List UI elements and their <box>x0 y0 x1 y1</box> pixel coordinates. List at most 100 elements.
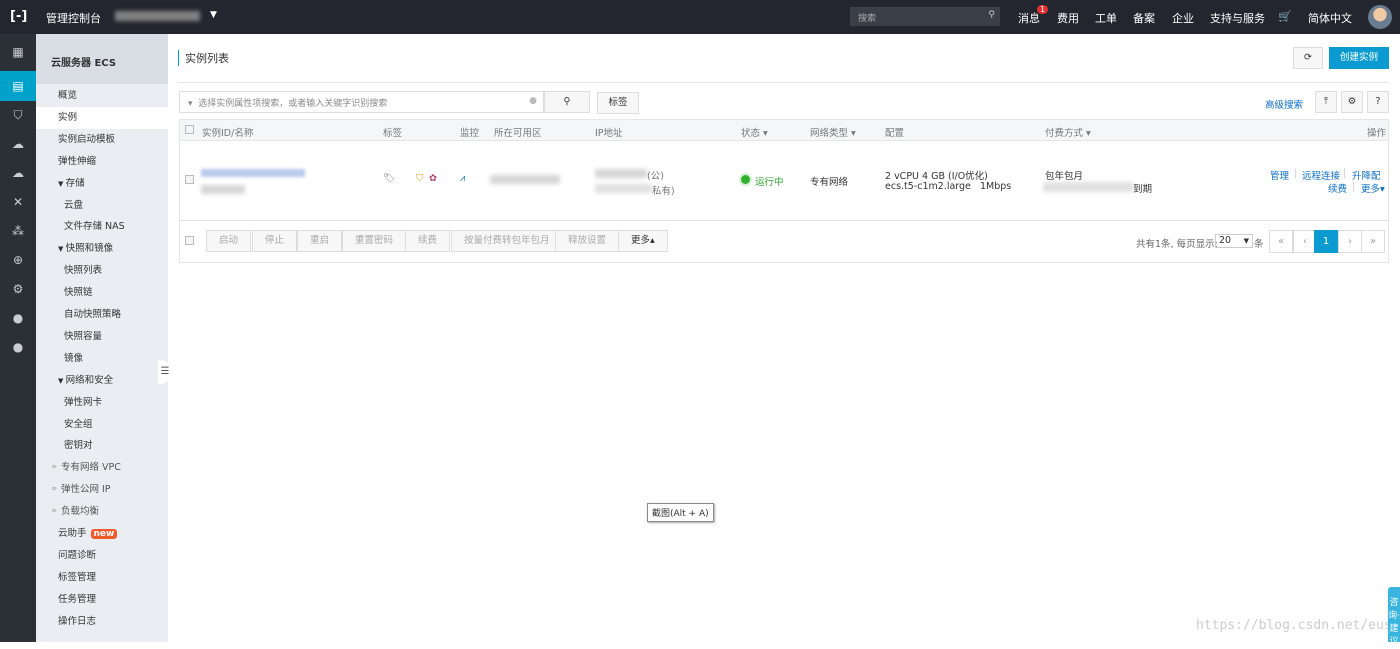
grid-icon[interactable]: ▦ <box>0 41 36 63</box>
row-checkbox[interactable] <box>185 175 194 184</box>
more-button[interactable]: 更多▴ <box>618 230 668 252</box>
sidebar-item[interactable]: 自动快照策略 <box>36 304 168 326</box>
help-icon[interactable]: ● <box>529 96 537 106</box>
avatar[interactable] <box>1368 5 1392 29</box>
nav-fees[interactable]: 费用 <box>1057 10 1079 26</box>
reset-password-button[interactable]: 重置密码 <box>342 230 407 252</box>
sidebar-item[interactable]: 镜像 <box>36 348 168 370</box>
security-shield-icon[interactable]: ⛉ <box>416 173 423 184</box>
sidebar-item[interactable]: 快照列表 <box>36 260 168 282</box>
sidebar-item[interactable]: ⚭ 专有网络 VPC <box>36 457 168 479</box>
renew-link[interactable]: 续费 <box>1328 181 1347 195</box>
help-button[interactable]: ? <box>1367 91 1389 113</box>
consult-button[interactable]: 咨询·建议 <box>1388 587 1400 647</box>
divider: | <box>1343 168 1347 179</box>
cart-icon[interactable]: 🛒 <box>1278 10 1292 23</box>
sidebar-item[interactable]: 密钥对 <box>36 435 168 457</box>
sidebar-item[interactable]: ▼ 网络和安全 <box>36 370 168 392</box>
bulk-select-checkbox[interactable] <box>185 236 194 245</box>
collapse-sidebar-icon[interactable]: ☰ <box>158 360 172 384</box>
change-config-link[interactable]: 升降配 <box>1352 168 1381 182</box>
console-title[interactable]: 管理控制台 <box>46 10 101 26</box>
server-icon[interactable]: ▤ <box>0 71 36 101</box>
restart-button[interactable]: 重启 <box>297 230 343 252</box>
sidebar-item[interactable]: 安全组 <box>36 414 168 436</box>
search-icon[interactable]: ⚲ <box>988 10 995 20</box>
sidebar-item[interactable]: 实例 <box>36 106 168 129</box>
instance-id-link[interactable] <box>201 169 305 177</box>
tag-button[interactable]: 标签 <box>597 92 639 114</box>
settings-button[interactable]: ⚙ <box>1341 91 1363 113</box>
sidebar-item[interactable]: 概览 <box>36 85 168 107</box>
page-1-button[interactable]: 1 <box>1314 230 1338 253</box>
globe-icon[interactable]: ⊕ <box>0 249 36 271</box>
last-page-button[interactable]: » <box>1361 230 1385 253</box>
renew-button[interactable]: 续费 <box>405 230 451 252</box>
monitor-chart-icon[interactable]: ⩘ <box>460 173 465 184</box>
sidebar-item[interactable]: ▼ 快照和镜像 <box>36 238 168 260</box>
create-instance-button[interactable]: 创建实例 <box>1329 47 1389 69</box>
refresh-button[interactable]: ⟳ <box>1293 47 1323 69</box>
global-search-input[interactable]: 搜索 ⚲ <box>850 7 1000 26</box>
sidebar-item[interactable]: 弹性网卡 <box>36 392 168 414</box>
page-size-select[interactable]: 20 ▼ <box>1215 234 1253 248</box>
sidebar-item[interactable]: 弹性伸缩 <box>36 151 168 173</box>
sidebar-item[interactable]: 快照容量 <box>36 326 168 348</box>
stop-button[interactable]: 停止 <box>252 230 298 252</box>
chevron-down-icon[interactable]: ▼ <box>210 10 217 20</box>
account-selector[interactable] <box>115 11 200 21</box>
cloud-assistant-icon[interactable]: ✿ <box>429 173 437 184</box>
export-button[interactable]: ⤒ <box>1315 91 1337 113</box>
billing-method: 包年包月 <box>1045 171 1084 182</box>
sidebar-item[interactable]: 问题诊断 <box>36 545 168 567</box>
more-actions-link[interactable]: 更多▾ <box>1361 181 1385 195</box>
remote-connect-link[interactable]: 远程连接 <box>1302 168 1340 182</box>
sidebar-item[interactable]: 文件存储 NAS <box>36 216 168 238</box>
sidebar-item[interactable]: 标签管理 <box>36 567 168 589</box>
sidebar-item[interactable]: 操作日志 <box>36 611 168 633</box>
col-billing[interactable]: 付费方式 ▾ <box>1045 125 1091 139</box>
col-status[interactable]: 状态 ▾ <box>741 125 768 139</box>
gear-icon[interactable]: ⚙ <box>0 278 36 300</box>
nav-tickets[interactable]: 工单 <box>1095 10 1117 26</box>
sidebar-item[interactable]: ⚭ 负载均衡 <box>36 501 168 523</box>
release-settings-button[interactable]: 释放设置 <box>555 230 620 252</box>
caret-down-icon[interactable]: ▼ <box>58 245 66 253</box>
next-page-button[interactable]: › <box>1338 230 1362 253</box>
select-all-checkbox[interactable] <box>185 125 194 134</box>
manage-link[interactable]: 管理 <box>1270 168 1289 182</box>
advanced-search-link[interactable]: 高级搜索 <box>1265 97 1303 111</box>
pagination-summary: 共有1条, 每页显示: <box>1136 239 1218 250</box>
sidebar-item[interactable]: 任务管理 <box>36 589 168 611</box>
tag-icon[interactable]: 🏷 <box>383 173 395 184</box>
nav-icp[interactable]: 备案 <box>1133 10 1155 26</box>
sidebar-item[interactable]: ⚭ 弹性公网 IP <box>36 479 168 501</box>
dot-icon[interactable]: ● <box>0 336 36 358</box>
caret-down-icon[interactable]: ▼ <box>58 377 66 385</box>
nodes-icon[interactable]: ⁂ <box>0 220 36 242</box>
instance-search-input[interactable]: ▾ 选择实例属性项搜索，或者输入关键字识别搜索 ● <box>179 91 544 113</box>
network-icon[interactable]: ✕ <box>0 191 36 213</box>
sidebar-item-label: 网络和安全 <box>65 374 114 386</box>
cloud-icon[interactable]: ☁ <box>0 133 36 155</box>
language-selector[interactable]: 简体中文 <box>1308 10 1352 26</box>
start-button[interactable]: 启动 <box>206 230 252 252</box>
aliyun-logo-icon[interactable]: [-] <box>10 9 27 24</box>
search-button[interactable]: ⚲ <box>544 91 590 113</box>
caret-down-icon[interactable]: ▼ <box>58 180 66 188</box>
first-page-button[interactable]: « <box>1269 230 1293 253</box>
sidebar-item[interactable]: 云助手 new <box>36 523 168 545</box>
dot-icon[interactable]: ● <box>0 307 36 329</box>
sidebar-item[interactable]: 云盘 <box>36 195 168 217</box>
sidebar-item[interactable]: ▼ 存储 <box>36 173 168 195</box>
cloud-upload-icon[interactable]: ☁ <box>0 162 36 184</box>
nav-messages[interactable]: 消息 <box>1018 10 1040 26</box>
sidebar-item[interactable]: 实例启动模板 <box>36 129 168 151</box>
sidebar-item[interactable]: 快照链 <box>36 282 168 304</box>
nav-support[interactable]: 支持与服务 <box>1210 10 1265 26</box>
convert-to-subscription-button[interactable]: 按量付费转包年包月 <box>451 230 563 252</box>
col-network[interactable]: 网络类型 ▾ <box>810 125 856 139</box>
watermark: https://blog.csdn.net/euss <box>1196 618 1400 633</box>
nav-enterprise[interactable]: 企业 <box>1172 10 1194 26</box>
shield-icon[interactable]: ⛉ <box>0 104 36 126</box>
